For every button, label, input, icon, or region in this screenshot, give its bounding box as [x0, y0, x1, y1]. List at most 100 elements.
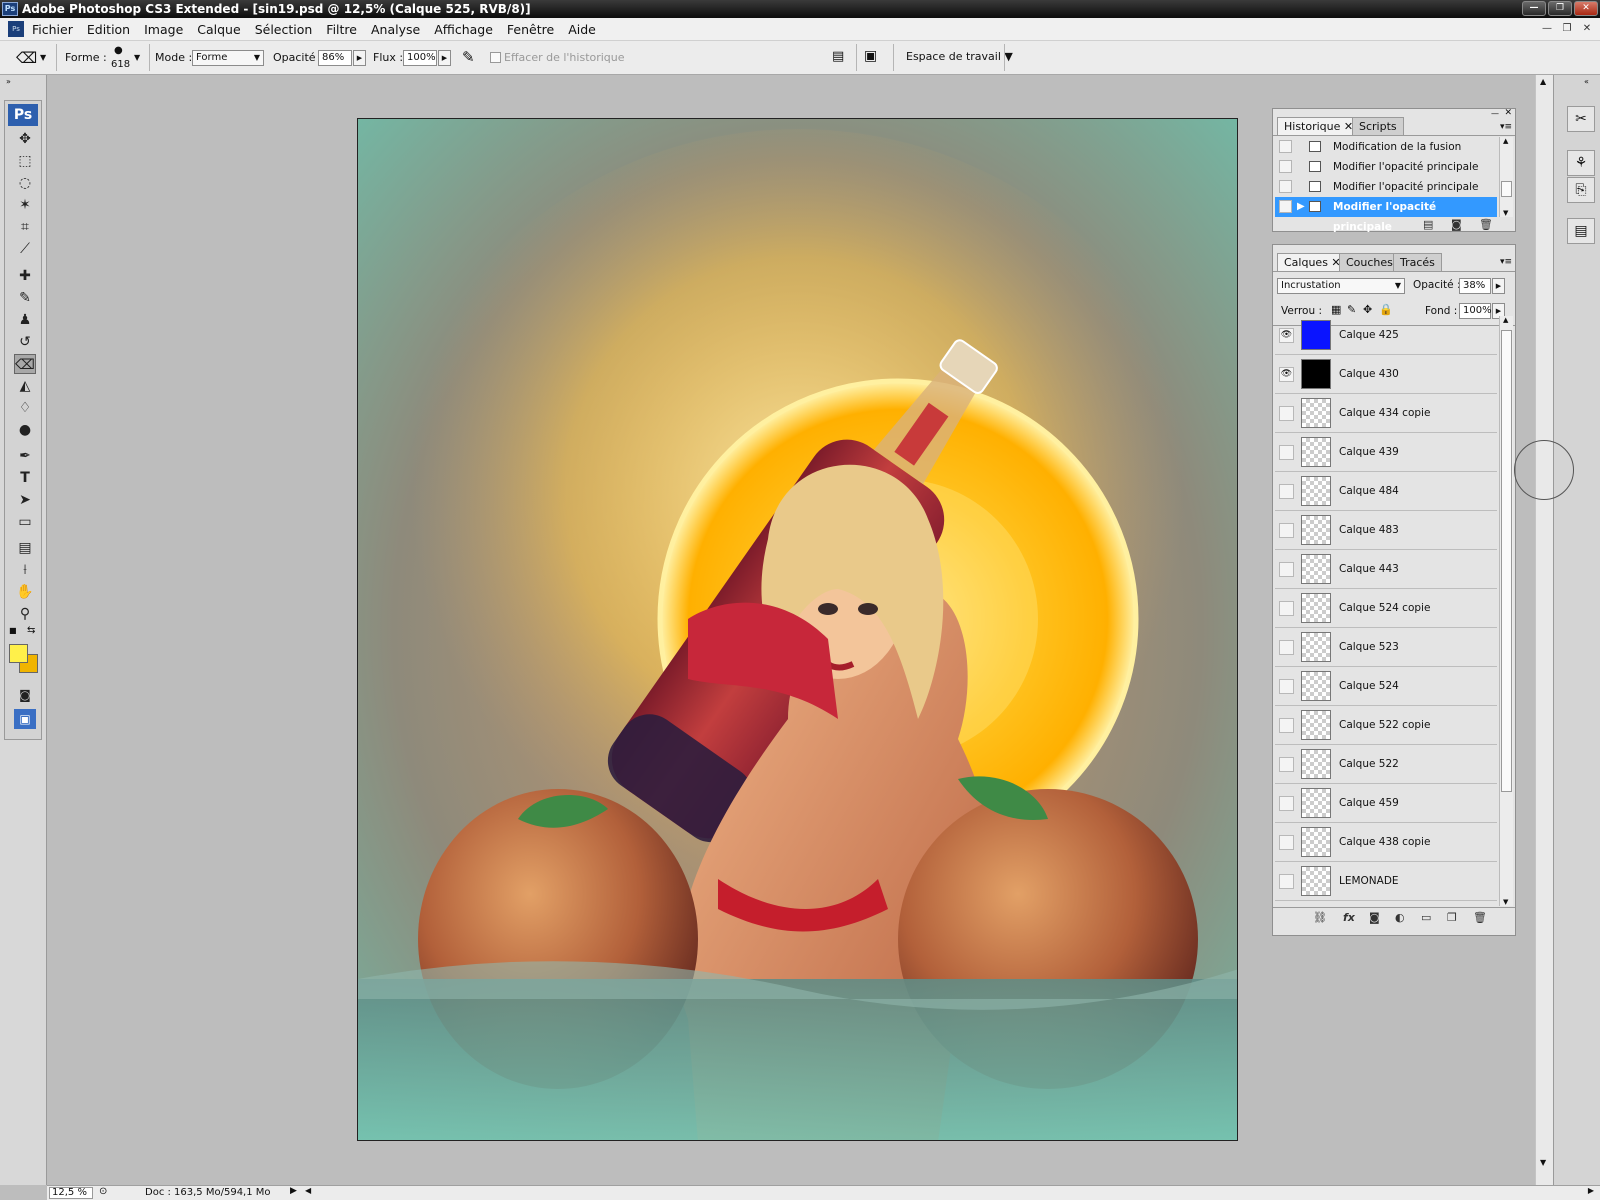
tab-traces[interactable]: Tracés — [1393, 253, 1442, 271]
layer-row[interactable]: Calque 439 — [1275, 433, 1497, 472]
quick-mask-icon[interactable]: ◙ — [14, 685, 36, 705]
layers-scrollbar[interactable]: ▲ ▼ — [1499, 316, 1513, 906]
bridge-icon[interactable]: ▣ — [864, 48, 877, 64]
adjustment-layer-icon[interactable]: ◐ — [1395, 911, 1405, 924]
minimize-window-button[interactable]: — — [1522, 1, 1546, 16]
layers-scroll-thumb[interactable] — [1501, 330, 1512, 792]
visibility-eye-icon[interactable] — [1279, 445, 1294, 460]
visibility-eye-icon[interactable] — [1279, 640, 1294, 655]
swap-colors-icon[interactable]: ⇆ — [27, 625, 35, 636]
flux-slider-arrow[interactable]: ▶ — [438, 50, 451, 66]
visibility-eye-icon[interactable] — [1279, 562, 1294, 577]
menu-affichage[interactable]: Affichage — [434, 22, 493, 37]
menu-fenetre[interactable]: Fenêtre — [507, 22, 554, 37]
history-item[interactable]: Modification de la fusion — [1275, 137, 1497, 157]
history-erase-checkbox[interactable] — [490, 52, 501, 63]
scroll-up-icon[interactable]: ▲ — [1540, 77, 1546, 86]
hscroll-left-icon[interactable]: ◀ — [305, 1186, 311, 1195]
history-item-selected[interactable]: ▶ Modifier l'opacité principale — [1275, 197, 1497, 233]
layer-row[interactable]: Calque 434 copie — [1275, 394, 1497, 433]
history-menu-icon[interactable]: ▾≡ — [1500, 122, 1512, 132]
layer-row[interactable]: Calque 524 — [1275, 667, 1497, 706]
healing-brush-tool-icon[interactable]: ✚ — [14, 266, 36, 286]
visibility-eye-icon[interactable]: 👁 — [1279, 367, 1294, 382]
visibility-eye-icon[interactable] — [1279, 874, 1294, 889]
zoom-field[interactable]: 12,5 % — [49, 1187, 93, 1199]
visibility-eye-icon[interactable] — [1279, 406, 1294, 421]
visibility-eye-icon[interactable] — [1279, 835, 1294, 850]
eraser-tool-icon[interactable]: ⌫ — [14, 354, 36, 374]
hand-tool-icon[interactable]: ✋ — [14, 582, 36, 602]
lock-all-icon[interactable]: 🔒 — [1379, 303, 1393, 316]
menu-edition[interactable]: Edition — [87, 22, 130, 37]
visibility-eye-icon[interactable] — [1279, 601, 1294, 616]
tab-couches[interactable]: Couches — [1339, 253, 1400, 271]
layer-row[interactable]: Calque 522 copie — [1275, 706, 1497, 745]
menu-image[interactable]: Image — [144, 22, 183, 37]
layer-opacity-arrow[interactable]: ▶ — [1492, 278, 1505, 294]
opacity-slider-arrow[interactable]: ▶ — [353, 50, 366, 66]
tool-presets-icon[interactable]: ✂ — [1567, 106, 1595, 132]
palette-well-icon[interactable]: ▤ — [832, 49, 844, 64]
dodge-tool-icon[interactable]: ● — [14, 420, 36, 440]
history-scrollbar[interactable]: ▲ ▼ — [1499, 137, 1513, 217]
brush-dropdown-arrow-icon[interactable]: ▼ — [134, 53, 140, 62]
visibility-eye-icon[interactable] — [1279, 718, 1294, 733]
layers-scroll-up-icon[interactable]: ▲ — [1503, 316, 1508, 324]
new-snapshot-icon[interactable]: ◙ — [1451, 218, 1462, 231]
workspace-menu[interactable]: Espace de travail ▼ — [906, 50, 1013, 63]
paint-bucket-tool-icon[interactable]: ◭ — [14, 376, 36, 396]
visibility-eye-icon[interactable] — [1279, 796, 1294, 811]
slice-tool-icon[interactable]: ⟋ — [14, 239, 36, 259]
layer-row[interactable]: Calque 523 — [1275, 628, 1497, 667]
clone-source-icon[interactable]: ⎘ — [1567, 177, 1595, 203]
visibility-eye-icon[interactable]: 👁 — [1279, 328, 1294, 343]
marquee-tool-icon[interactable]: ⬚ — [14, 151, 36, 171]
type-tool-icon[interactable]: T — [14, 468, 36, 488]
scroll-down-icon[interactable]: ▼ — [1540, 1158, 1546, 1167]
shape-tool-icon[interactable]: ▭ — [14, 512, 36, 532]
layer-row[interactable]: Calque 443 — [1275, 550, 1497, 589]
layers-menu-icon[interactable]: ▾≡ — [1500, 257, 1512, 267]
history-item[interactable]: Modifier l'opacité principale — [1275, 157, 1497, 177]
layer-row[interactable]: Calque 459 — [1275, 784, 1497, 823]
brushes-panel-icon[interactable]: ⚘ — [1567, 150, 1595, 176]
visibility-eye-icon[interactable] — [1279, 679, 1294, 694]
clone-stamp-tool-icon[interactable]: ♟ — [14, 310, 36, 330]
eraser-tool-preset-icon[interactable]: ⌫ — [16, 49, 37, 67]
hscroll-right-icon[interactable]: ▶ — [1588, 1186, 1594, 1195]
panel-close-icon[interactable]: ✕ — [1504, 108, 1512, 118]
lock-pixels-icon[interactable]: ✎ — [1347, 303, 1356, 316]
menu-analyse[interactable]: Analyse — [371, 22, 420, 37]
brush-tool-icon[interactable]: ✎ — [14, 288, 36, 308]
screen-mode-icon[interactable]: ▣ — [14, 709, 36, 729]
history-brush-tool-icon[interactable]: ↺ — [14, 332, 36, 352]
delete-layer-icon[interactable]: 🗑 — [1473, 911, 1487, 924]
ps-logo[interactable]: Ps — [8, 104, 38, 126]
visibility-eye-icon[interactable] — [1279, 484, 1294, 499]
default-colors-icon[interactable]: ■ — [9, 626, 17, 635]
menu-fichier[interactable]: Fichier — [32, 22, 73, 37]
new-group-icon[interactable]: ▭ — [1421, 911, 1431, 924]
visibility-eye-icon[interactable] — [1279, 523, 1294, 538]
opacity-input[interactable]: 86% — [318, 50, 352, 66]
maximize-window-button[interactable]: ❐ — [1548, 1, 1572, 16]
mode-select[interactable]: Forme ▼ — [192, 50, 264, 66]
document-canvas[interactable] — [357, 118, 1238, 1141]
history-item[interactable]: Modifier l'opacité principale — [1275, 177, 1497, 197]
close-window-button[interactable]: ✕ — [1574, 1, 1598, 16]
new-document-from-state-icon[interactable]: ▤ — [1423, 218, 1433, 231]
doc-minimize-button[interactable]: — — [1538, 21, 1556, 37]
doc-restore-button[interactable]: ❐ — [1558, 21, 1576, 37]
tab-calques[interactable]: Calques ✕ — [1277, 253, 1348, 271]
blur-tool-icon[interactable]: ♢ — [14, 398, 36, 418]
add-mask-icon[interactable]: ◙ — [1369, 911, 1380, 924]
lock-position-icon[interactable]: ✥ — [1363, 303, 1372, 316]
foreground-color-swatch[interactable] — [9, 644, 28, 663]
expand-dock-icon[interactable]: » — [6, 77, 11, 86]
layer-opacity-input[interactable]: 38% — [1459, 278, 1491, 294]
brush-dot-icon[interactable]: ● — [114, 45, 123, 56]
layer-row[interactable]: LEMONADE — [1275, 862, 1497, 901]
zoom-tool-icon[interactable]: ⚲ — [14, 604, 36, 624]
notes-tool-icon[interactable]: ▤ — [14, 538, 36, 558]
